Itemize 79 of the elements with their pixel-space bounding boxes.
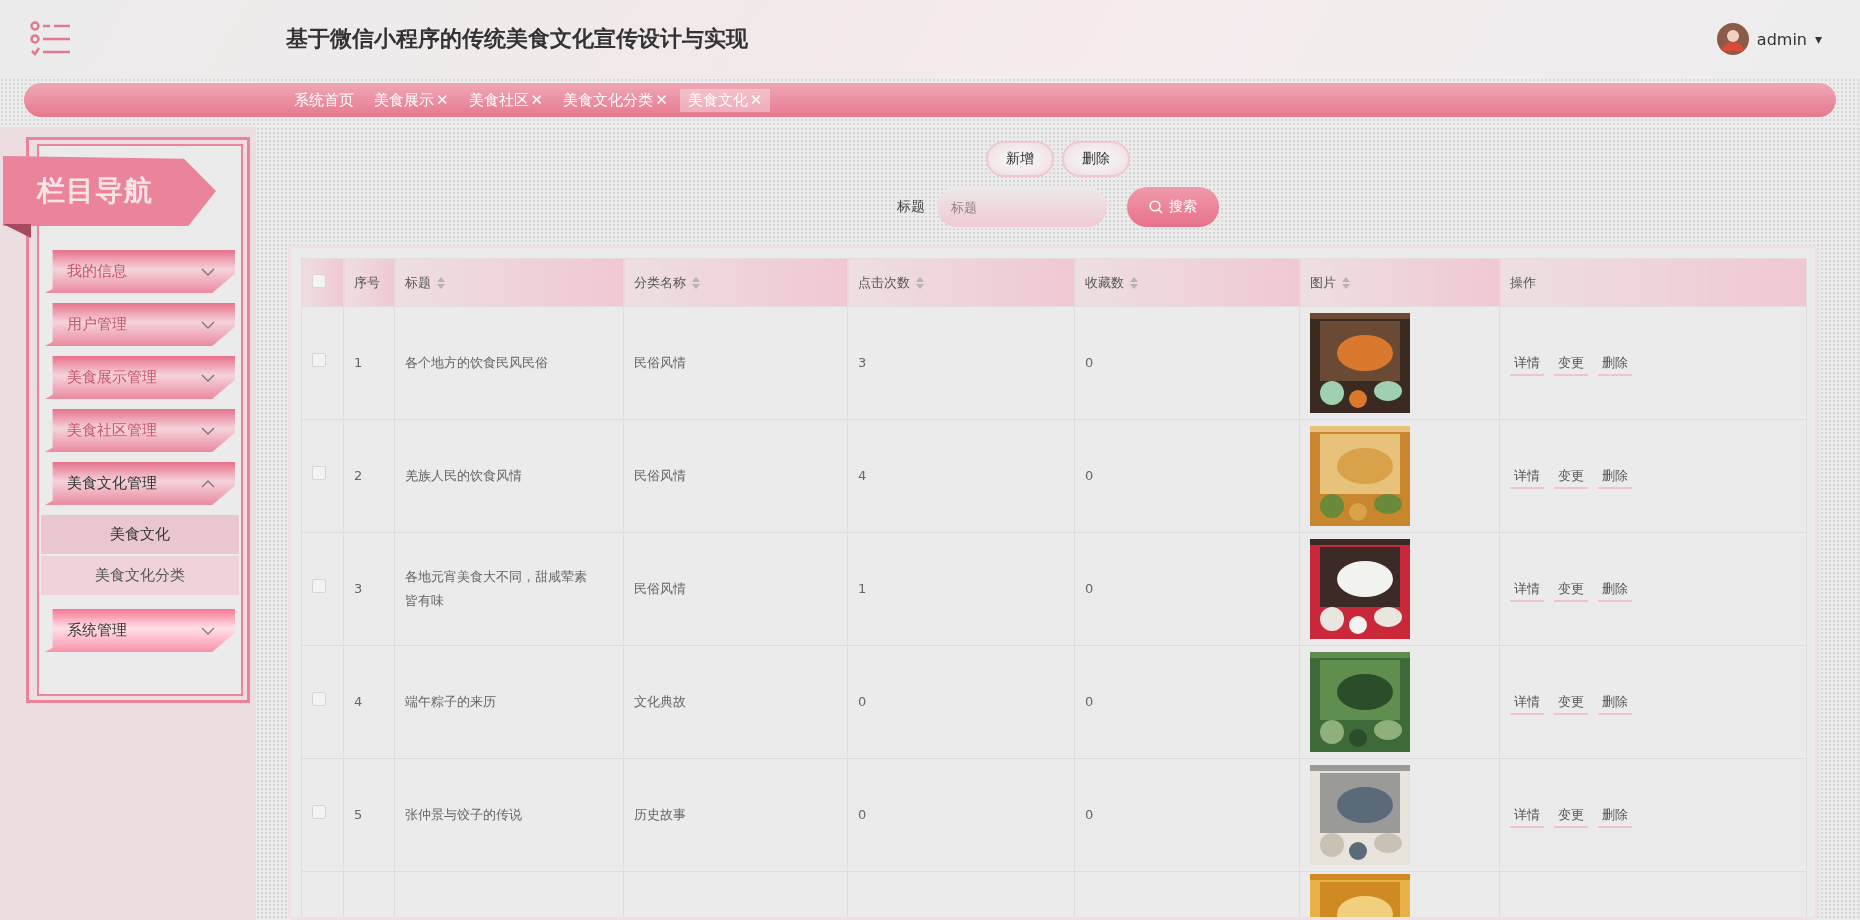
table-cell: 4 [858, 468, 867, 483]
sort-icon[interactable] [1342, 276, 1350, 289]
column-header: 操作 [1510, 273, 1536, 292]
table-cell: 0 [1085, 468, 1094, 483]
add-button[interactable]: 新增 [986, 141, 1054, 177]
menu-item[interactable]: 美食文化管理 [45, 462, 235, 505]
table-cell-text: 羌族人民的饮食风情 [405, 467, 522, 485]
row-checkbox[interactable] [312, 466, 326, 480]
search-icon [1149, 200, 1163, 214]
user-name[interactable]: admin [1756, 29, 1807, 49]
delete-link[interactable]: 删除 [1598, 577, 1632, 602]
menu-icon[interactable] [30, 21, 72, 57]
delete-button[interactable]: 删除 [1062, 141, 1130, 177]
table-cell: 0 [1085, 694, 1094, 709]
table-cell: 0 [858, 694, 867, 709]
table-cell-text: 张仲景与饺子的传说 [405, 806, 522, 824]
table-cell: 0 [1085, 807, 1094, 822]
sort-icon[interactable] [1130, 276, 1138, 289]
column-header[interactable]: 标题 [405, 273, 431, 292]
table-cell: 0 [1085, 355, 1094, 370]
submenu-item[interactable]: 美食文化 [41, 515, 239, 554]
table-cell: 民俗风情 [634, 468, 686, 483]
table-cell-text: 各地元宵美食大不同，甜咸荤素皆有味 [405, 568, 588, 610]
page-title: 基于微信小程序的传统美食文化宣传设计与实现 [286, 25, 749, 53]
column-header[interactable]: 收藏数 [1085, 273, 1124, 292]
detail-link[interactable]: 详情 [1510, 577, 1544, 602]
row-checkbox[interactable] [312, 805, 326, 819]
column-header[interactable]: 分类名称 [634, 273, 686, 292]
delete-link[interactable]: 删除 [1598, 464, 1632, 489]
row-checkbox[interactable] [312, 692, 326, 706]
delete-link[interactable]: 删除 [1598, 351, 1632, 376]
caret-icon[interactable]: ▾ [1814, 31, 1822, 47]
column-header: 序号 [354, 273, 380, 292]
table-cell: 0 [858, 807, 867, 822]
column-header[interactable]: 点击次数 [858, 273, 910, 292]
table-cell: 3 [354, 581, 363, 596]
delete-link[interactable]: 删除 [1598, 803, 1632, 828]
table-cell: 民俗风情 [634, 581, 686, 596]
table-cell: 历史故事 [634, 807, 686, 822]
sort-icon[interactable] [916, 276, 924, 289]
edit-link[interactable]: 变更 [1554, 690, 1588, 715]
edit-link[interactable]: 变更 [1554, 803, 1588, 828]
menu-item[interactable]: 系统管理 [45, 609, 235, 652]
row-checkbox[interactable] [312, 353, 326, 367]
table-cell: 1 [354, 355, 363, 370]
search-label: 标题 [897, 198, 925, 216]
table-cell: 3 [858, 355, 867, 370]
row-checkbox[interactable] [312, 579, 326, 593]
avatar-icon[interactable] [1716, 23, 1749, 55]
table-cell-text: 各个地方的饮食民风民俗 [405, 354, 548, 372]
select-all-checkbox[interactable] [312, 274, 326, 288]
chevron-down-icon [201, 267, 215, 276]
sort-icon[interactable] [692, 276, 700, 289]
chevron-down-icon [201, 426, 215, 435]
chevron-down-icon [201, 320, 215, 329]
table-cell: 2 [354, 468, 363, 483]
chevron-up-icon [201, 479, 215, 488]
sidebar-title: 栏目导航 [3, 156, 216, 226]
detail-link[interactable]: 详情 [1510, 351, 1544, 376]
edit-link[interactable]: 变更 [1554, 351, 1588, 376]
submenu-item[interactable]: 美食文化分类 [41, 556, 239, 595]
table-cell: 4 [354, 694, 363, 709]
sort-icon[interactable] [437, 276, 445, 289]
detail-link[interactable]: 详情 [1510, 690, 1544, 715]
table-cell: 民俗风情 [634, 355, 686, 370]
chevron-down-icon [201, 373, 215, 382]
table-cell: 5 [354, 807, 363, 822]
table-cell: 1 [858, 581, 867, 596]
detail-link[interactable]: 详情 [1510, 464, 1544, 489]
table-cell-text: 端午粽子的来历 [405, 693, 496, 711]
chevron-down-icon [201, 626, 215, 635]
search-field[interactable]: 标题 [937, 187, 1107, 227]
table-cell: 文化典故 [634, 694, 686, 709]
column-header[interactable]: 图片 [1310, 273, 1336, 292]
detail-link[interactable]: 详情 [1510, 803, 1544, 828]
edit-link[interactable]: 变更 [1554, 577, 1588, 602]
delete-link[interactable]: 删除 [1598, 690, 1632, 715]
edit-link[interactable]: 变更 [1554, 464, 1588, 489]
table-cell: 0 [1085, 581, 1094, 596]
